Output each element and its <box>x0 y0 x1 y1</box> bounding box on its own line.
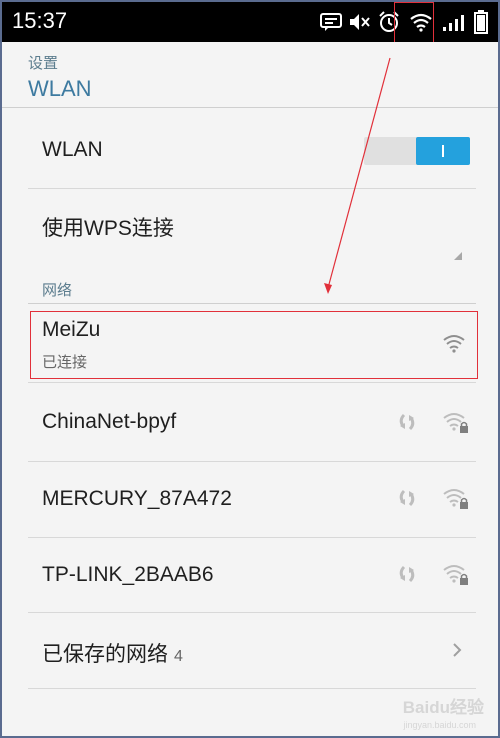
wps-arrows-icon <box>396 412 418 436</box>
wps-arrows-icon <box>396 564 418 588</box>
wifi-locked-icon <box>442 562 470 590</box>
chevron-right-icon <box>452 642 462 661</box>
baidu-watermark-url: jingyan.baidu.com <box>403 720 476 730</box>
wps-arrows-icon <box>396 488 418 512</box>
wifi-locked-icon <box>442 410 470 438</box>
saved-networks-text: 已保存的网络 <box>42 643 168 666</box>
network-ssid: MERCURY_87A472 <box>42 487 232 510</box>
baidu-watermark: Baidu经验 <box>402 698 484 717</box>
network-ssid: ChinaNet-bpyf <box>42 410 177 433</box>
saved-networks-label: 已保存的网络 4 <box>42 638 183 668</box>
row-divider <box>28 688 476 689</box>
phone-screen: 15:37 设置 WLAN WLAN 使用WPS连接 网络 MeiZu 已连接 … <box>0 0 500 738</box>
wifi-locked-icon <box>442 486 470 514</box>
saved-networks-count: 4 <box>174 648 183 665</box>
network-ssid: TP-LINK_2BAAB6 <box>42 563 214 586</box>
